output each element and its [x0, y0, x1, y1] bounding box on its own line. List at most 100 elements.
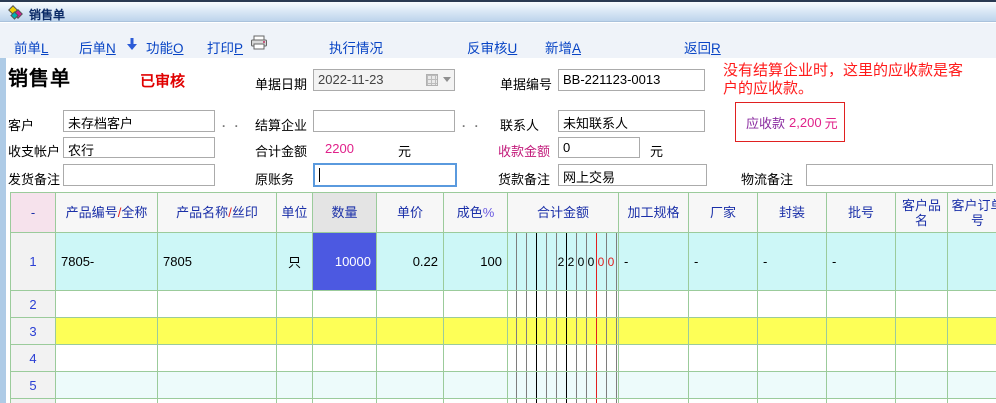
- grid-header-num[interactable]: -: [11, 193, 56, 233]
- contact-input[interactable]: 未知联系人: [558, 110, 705, 132]
- row-number[interactable]: 2: [11, 291, 56, 318]
- grid-cell-amount[interactable]: 220000: [508, 233, 619, 291]
- grid-header-amount[interactable]: 合计金额: [508, 193, 619, 233]
- grid-cell-price[interactable]: [377, 291, 444, 318]
- grid-cell-pack[interactable]: -: [758, 233, 827, 291]
- grid-cell-pack[interactable]: [758, 372, 827, 399]
- grid-cell-pack[interactable]: [758, 345, 827, 372]
- grid-header-purity[interactable]: 成色%: [444, 193, 508, 233]
- grid-cell-name[interactable]: [158, 345, 277, 372]
- grid-cell-spec[interactable]: -: [619, 233, 689, 291]
- grid-cell-maker[interactable]: [689, 372, 758, 399]
- grid-cell-maker[interactable]: [689, 291, 758, 318]
- grid-cell-purity[interactable]: [444, 291, 508, 318]
- grid-cell-spec[interactable]: [619, 399, 689, 403]
- date-dropdown-arrow-icon[interactable]: [443, 77, 451, 82]
- grid-cell-cust_name[interactable]: [896, 318, 948, 345]
- execution-status-button[interactable]: 执行情况: [329, 37, 383, 57]
- grid-cell-qty[interactable]: [313, 345, 377, 372]
- next-order-button[interactable]: 后单N: [79, 37, 116, 57]
- logistics-note-input[interactable]: [806, 164, 993, 186]
- print-button[interactable]: 打印P: [207, 37, 243, 57]
- grid-cell-name[interactable]: [158, 399, 277, 403]
- grid-cell-spec[interactable]: [619, 318, 689, 345]
- grid-cell-unit[interactable]: [277, 399, 313, 403]
- grid-cell-unit[interactable]: [277, 291, 313, 318]
- grid-cell-cust_name[interactable]: [896, 399, 948, 403]
- grid-cell-code[interactable]: [56, 399, 158, 403]
- grid-cell-qty[interactable]: [313, 399, 377, 403]
- grid-cell-lot[interactable]: [827, 399, 896, 403]
- grid-cell-unit[interactable]: 只: [277, 233, 313, 291]
- grid-cell-spec[interactable]: [619, 372, 689, 399]
- grid-cell-code[interactable]: [56, 372, 158, 399]
- settle-company-input[interactable]: [313, 110, 455, 132]
- row-number[interactable]: 3: [11, 318, 56, 345]
- grid-cell-cust_order[interactable]: [948, 399, 996, 403]
- grid-cell-cust_order[interactable]: [948, 233, 996, 291]
- grid-header-name[interactable]: 产品名称/丝印: [158, 193, 277, 233]
- new-button[interactable]: 新增A: [545, 37, 581, 57]
- grid-cell-unit[interactable]: [277, 372, 313, 399]
- grid-cell-cust_order[interactable]: [948, 318, 996, 345]
- grid-cell-cust_order[interactable]: [948, 372, 996, 399]
- grid-header-spec[interactable]: 加工规格: [619, 193, 689, 233]
- account-input[interactable]: 农行: [63, 137, 215, 158]
- grid-cell-name[interactable]: [158, 372, 277, 399]
- grid-cell-code[interactable]: [56, 345, 158, 372]
- grid-cell-amount[interactable]: [508, 345, 619, 372]
- grid-cell-purity[interactable]: [444, 318, 508, 345]
- grid-cell-pack[interactable]: [758, 318, 827, 345]
- grid-cell-unit[interactable]: [277, 345, 313, 372]
- old-account-input[interactable]: [313, 163, 457, 187]
- grid-header-unit[interactable]: 单位: [277, 193, 313, 233]
- row-number[interactable]: 5: [11, 372, 56, 399]
- back-button[interactable]: 返回R: [684, 37, 721, 57]
- grid-header-qty[interactable]: 数量: [313, 193, 377, 233]
- grid-cell-lot[interactable]: [827, 345, 896, 372]
- grid-cell-cust_order[interactable]: [948, 291, 996, 318]
- grid-cell-amount[interactable]: [508, 399, 619, 403]
- grid-cell-purity[interactable]: [444, 372, 508, 399]
- grid-cell-cust_name[interactable]: [896, 233, 948, 291]
- grid-cell-cust_order[interactable]: [948, 345, 996, 372]
- customer-input[interactable]: 未存档客户: [63, 110, 215, 132]
- grid-cell-price[interactable]: [377, 372, 444, 399]
- grid-cell-lot[interactable]: -: [827, 233, 896, 291]
- grid-header-price[interactable]: 单价: [377, 193, 444, 233]
- grid-cell-name[interactable]: 7805: [158, 233, 277, 291]
- grid-cell-lot[interactable]: [827, 291, 896, 318]
- order-no-input[interactable]: BB-221123-0013: [558, 69, 705, 91]
- grid-cell-pack[interactable]: [758, 291, 827, 318]
- payment-note-input[interactable]: 网上交易: [558, 164, 707, 186]
- grid-header-cust_order[interactable]: 客户订单号: [948, 193, 996, 233]
- received-amount-input[interactable]: 0: [558, 137, 640, 158]
- grid-cell-price[interactable]: [377, 345, 444, 372]
- printer-icon[interactable]: [250, 35, 268, 50]
- grid-cell-qty[interactable]: [313, 291, 377, 318]
- grid-cell-price[interactable]: [377, 399, 444, 403]
- grid-cell-cust_name[interactable]: [896, 345, 948, 372]
- grid-header-maker[interactable]: 厂家: [689, 193, 758, 233]
- grid-cell-maker[interactable]: -: [689, 233, 758, 291]
- prev-order-button[interactable]: 前单L: [14, 37, 49, 57]
- grid-cell-code[interactable]: [56, 291, 158, 318]
- grid-cell-cust_name[interactable]: [896, 291, 948, 318]
- grid-header-cust_name[interactable]: 客户品名: [896, 193, 948, 233]
- unaudit-button[interactable]: 反审核U: [467, 37, 517, 57]
- customer-browse-button[interactable]: . .: [222, 116, 241, 130]
- date-input[interactable]: 2022-11-23: [313, 69, 455, 91]
- grid-cell-pack[interactable]: [758, 399, 827, 403]
- grid-cell-maker[interactable]: [689, 318, 758, 345]
- grid-cell-code[interactable]: 7805-: [56, 233, 158, 291]
- grid-cell-purity[interactable]: 100: [444, 233, 508, 291]
- row-number[interactable]: 6: [11, 399, 56, 403]
- grid-cell-name[interactable]: [158, 318, 277, 345]
- row-number[interactable]: 4: [11, 345, 56, 372]
- grid-cell-qty[interactable]: 10000: [313, 233, 377, 291]
- grid-cell-lot[interactable]: [827, 318, 896, 345]
- grid-cell-code[interactable]: [56, 318, 158, 345]
- grid-cell-name[interactable]: [158, 291, 277, 318]
- grid-cell-maker[interactable]: [689, 345, 758, 372]
- grid-cell-qty[interactable]: [313, 318, 377, 345]
